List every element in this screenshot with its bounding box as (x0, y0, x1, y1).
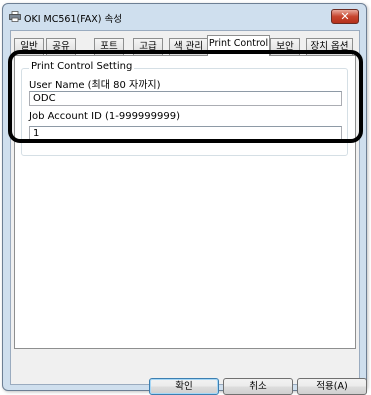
tab-label: Print Control (208, 38, 269, 49)
close-button[interactable]: ✕ (331, 9, 359, 24)
window-title: OKI MC561(FAX) 속성 (24, 14, 123, 25)
apply-button[interactable]: 적용(A) (297, 378, 367, 395)
cancel-button[interactable]: 취소 (223, 378, 293, 395)
ok-button[interactable]: 확인 (149, 378, 219, 395)
title-bar[interactable]: OKI MC561(FAX) 속성 ✕ (3, 4, 366, 30)
highlight-frame (8, 50, 363, 143)
close-icon: ✕ (340, 10, 350, 23)
printer-icon (9, 11, 21, 22)
